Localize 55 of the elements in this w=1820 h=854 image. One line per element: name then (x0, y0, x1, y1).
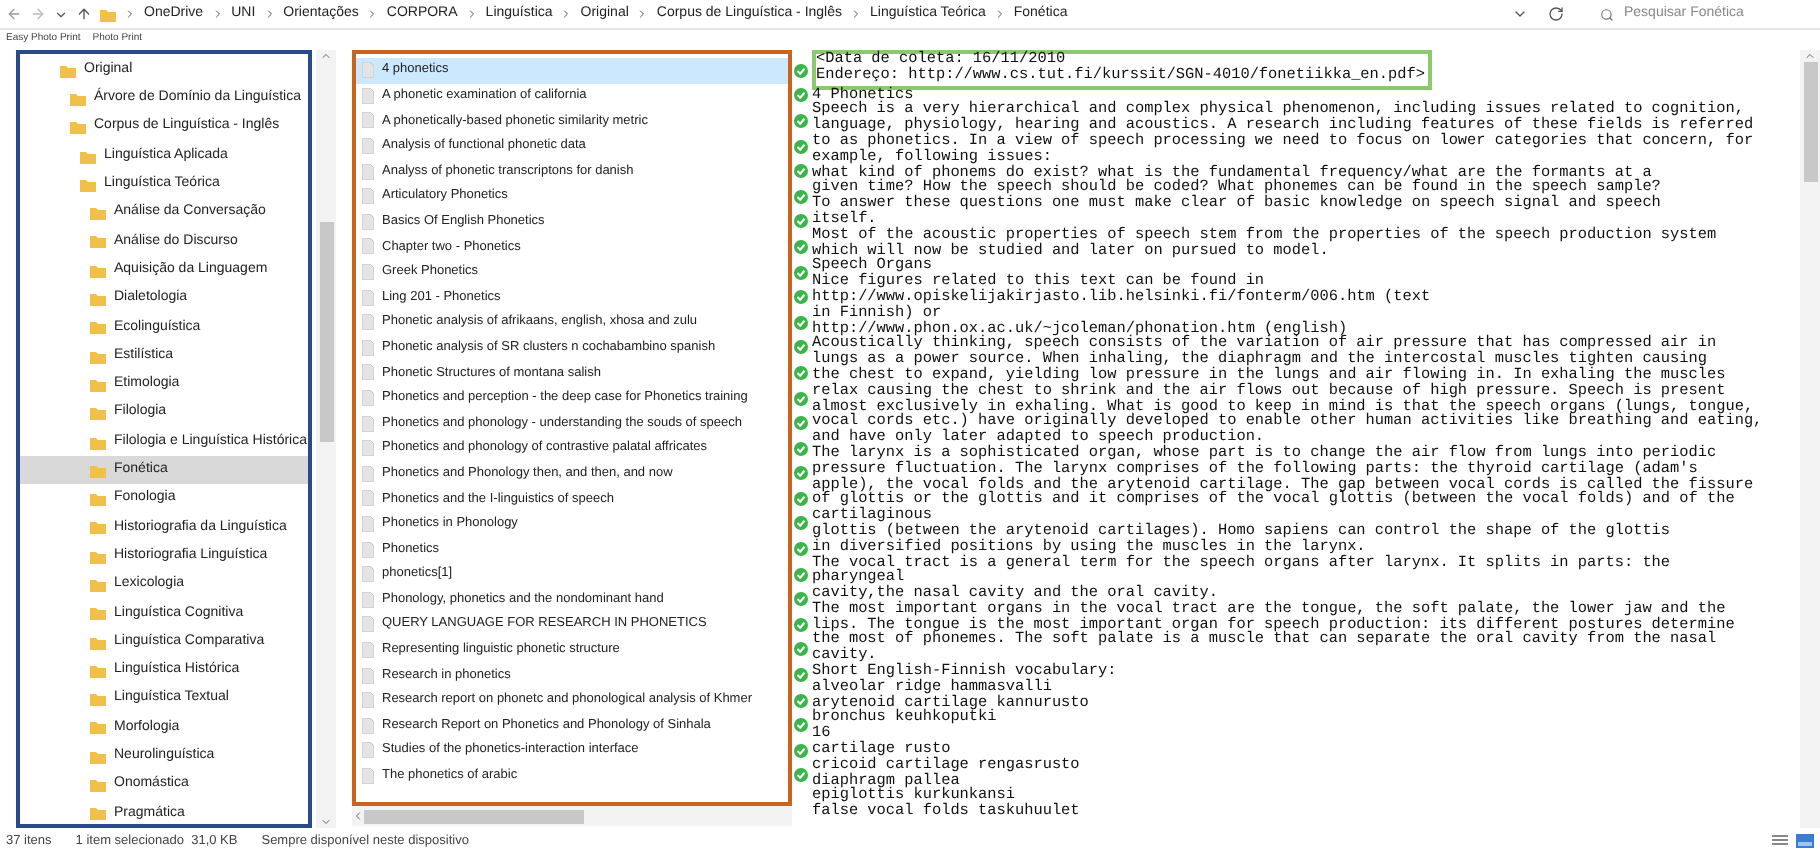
folder-icon (100, 7, 116, 21)
scrollbar[interactable] (1800, 50, 1820, 828)
search-icon (1600, 7, 1614, 21)
check-icon (794, 265, 808, 280)
details-view-icon[interactable] (1772, 834, 1788, 848)
check-icon (794, 113, 808, 128)
check-icon (794, 542, 808, 557)
check-icon (794, 567, 808, 582)
scroll-up-icon[interactable] (320, 50, 332, 62)
chevron-icon (850, 8, 862, 20)
chevron-icon (560, 8, 573, 20)
chevron-icon (366, 8, 379, 20)
scroll-down-icon[interactable] (320, 816, 332, 828)
check-icon (794, 391, 808, 406)
check-icon (794, 88, 808, 103)
check-icon (794, 768, 808, 783)
check-icon (794, 139, 808, 154)
check-icon (794, 239, 808, 254)
chevron-icon (124, 8, 136, 20)
check-icon (794, 164, 808, 179)
chevron-icon (636, 8, 649, 20)
scrollbar[interactable] (316, 50, 336, 828)
check-icon (794, 642, 808, 657)
check-icon (794, 743, 808, 758)
check-icon (794, 491, 808, 506)
check-icon (794, 416, 808, 431)
dropdown-icon[interactable] (1512, 6, 1528, 22)
chevron-icon (993, 8, 1006, 20)
scroll-left-icon[interactable] (352, 810, 364, 822)
forward-icon[interactable] (30, 6, 46, 22)
refresh-icon[interactable] (1548, 6, 1564, 22)
chevron-icon (263, 8, 276, 20)
check-icon (794, 340, 808, 355)
chevron-icon (211, 8, 224, 20)
check-icon (794, 718, 808, 733)
check-icon (794, 617, 808, 632)
horizontal-scrollbar[interactable] (352, 806, 792, 826)
check-icon (794, 63, 808, 78)
up-icon[interactable] (76, 6, 92, 22)
scroll-up-icon[interactable] (1804, 50, 1816, 62)
check-icon (794, 516, 808, 531)
check-icon (794, 290, 808, 305)
check-icon (794, 668, 808, 683)
check-icon (794, 189, 808, 204)
check-icon (794, 365, 808, 380)
check-icon (794, 315, 808, 330)
check-icon (794, 441, 808, 456)
chevron-icon (465, 8, 478, 20)
thumbnails-view-icon[interactable] (1796, 834, 1814, 848)
back-icon[interactable] (6, 6, 22, 22)
check-icon (794, 214, 808, 229)
check-icon (794, 466, 808, 481)
check-icon (794, 592, 808, 607)
check-icon (794, 693, 808, 708)
recent-locations-icon[interactable] (54, 7, 68, 21)
